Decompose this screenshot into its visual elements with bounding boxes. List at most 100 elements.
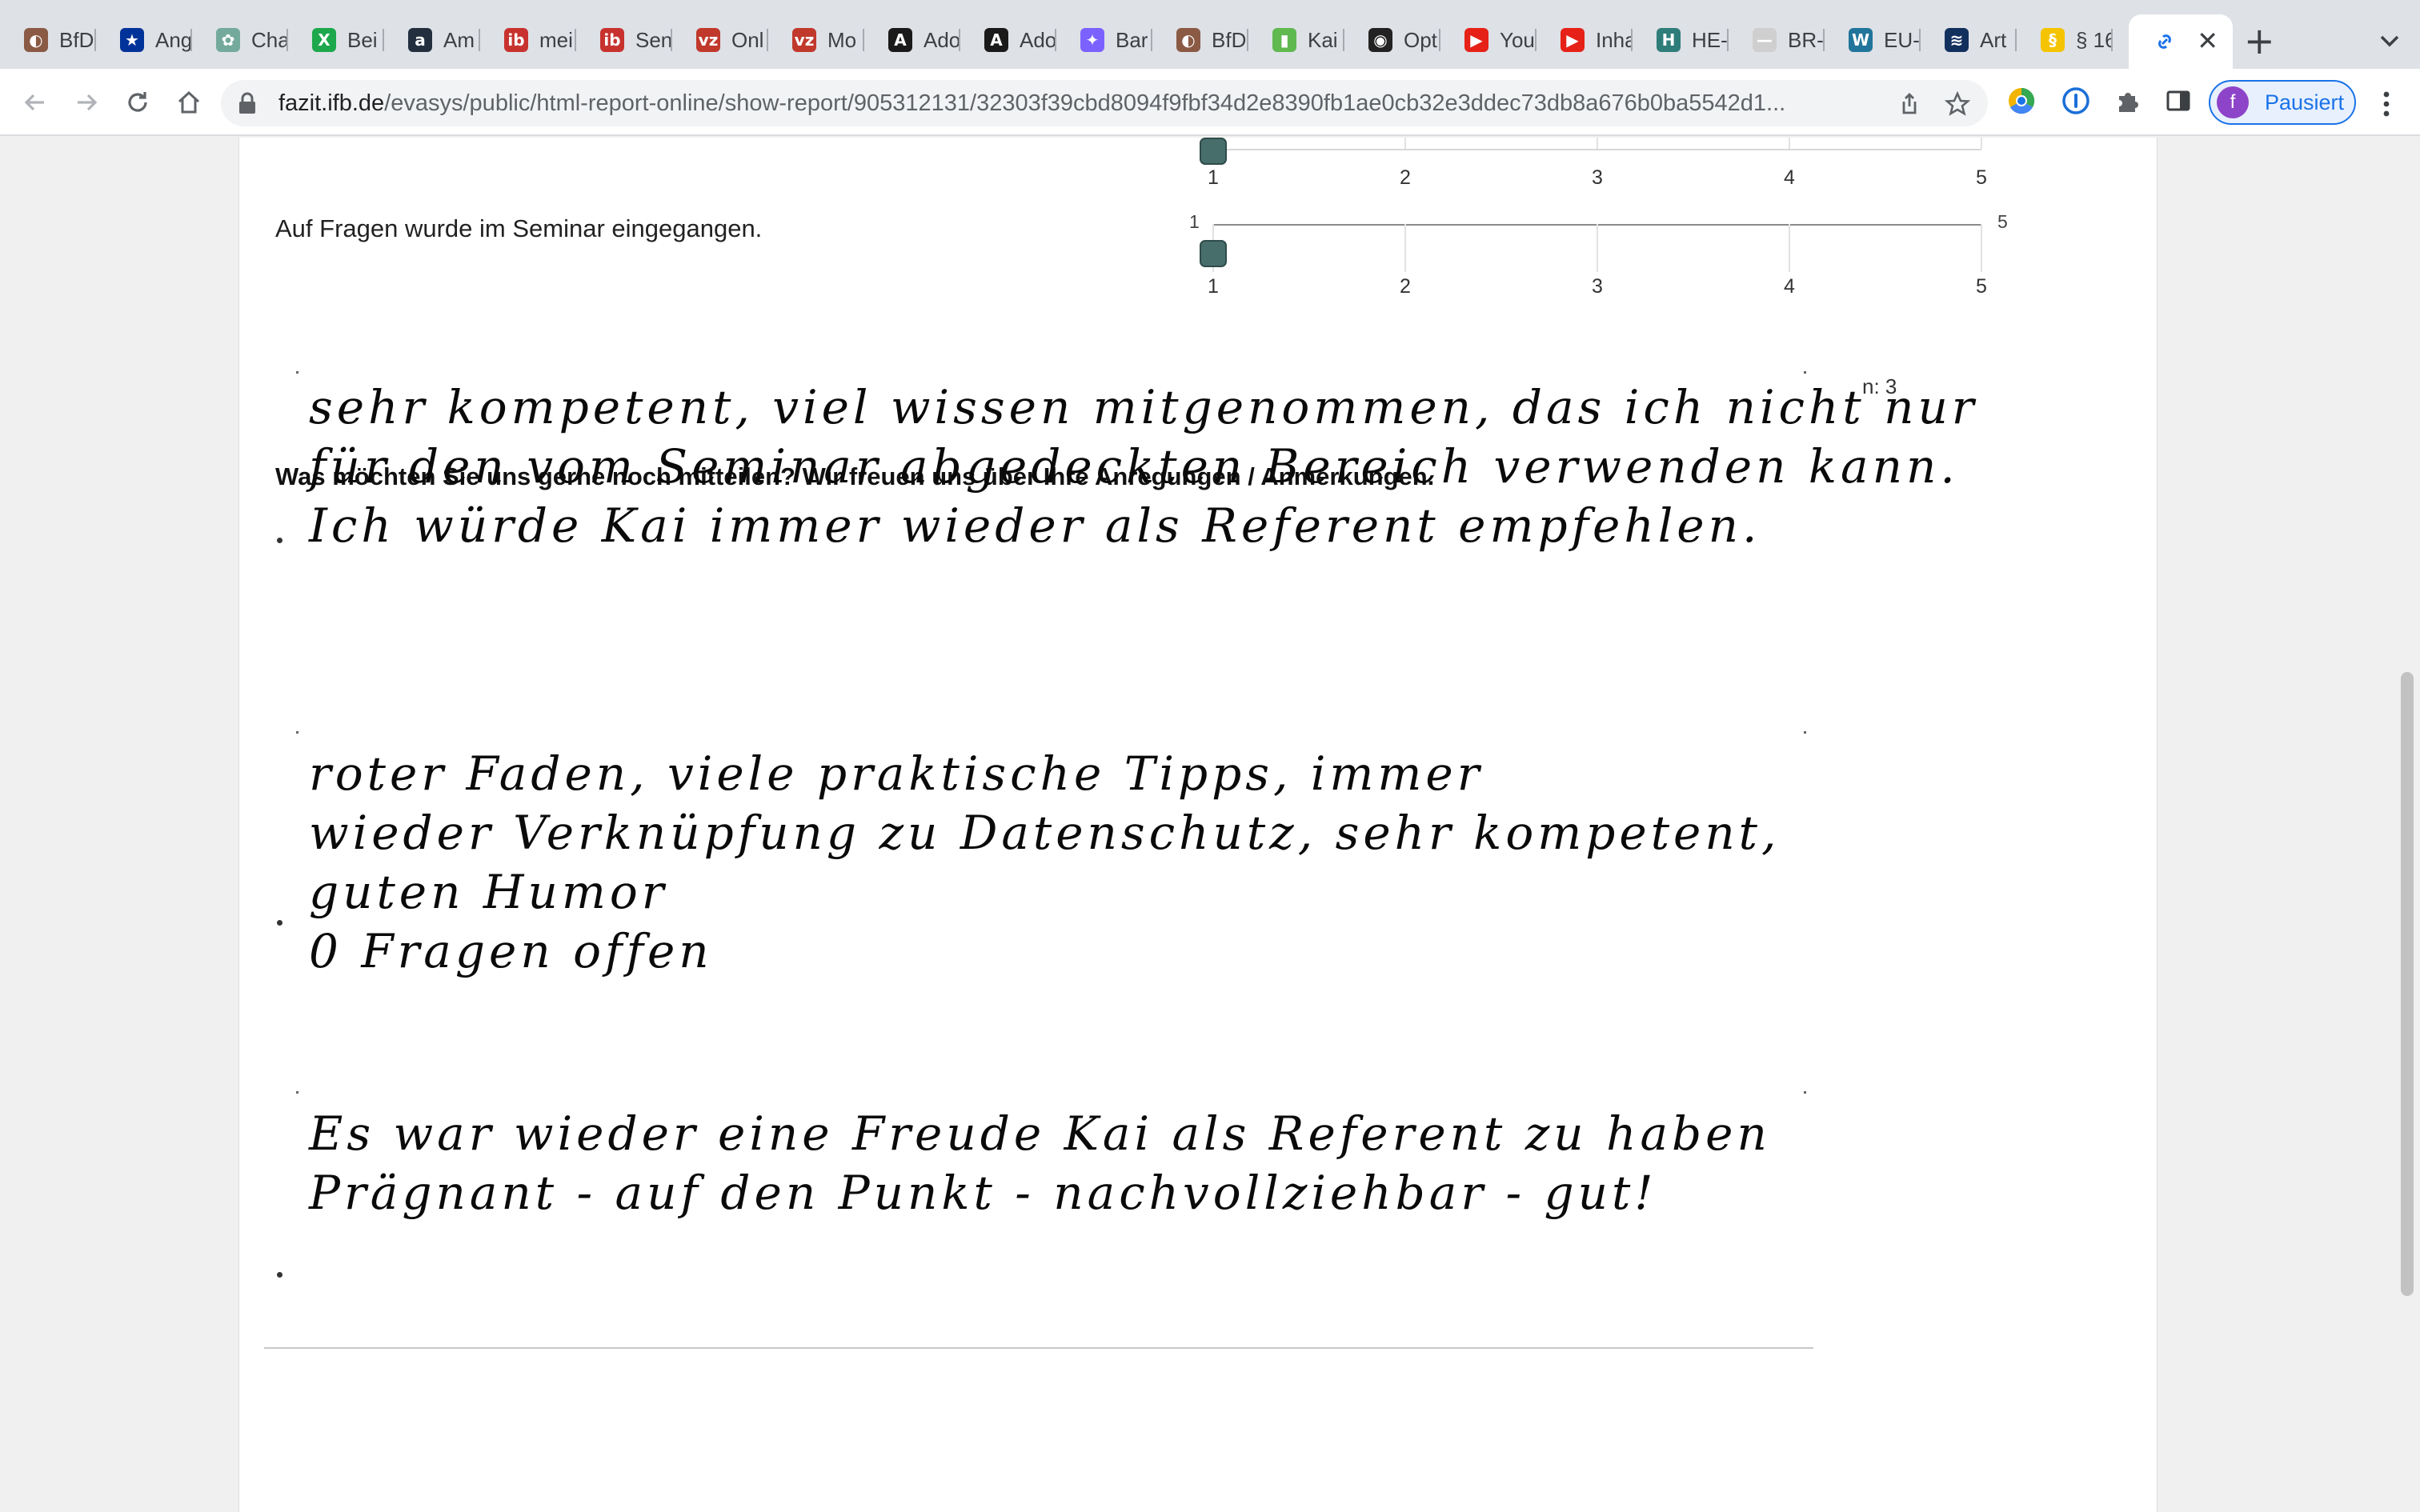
handwritten-line: sehr kompetent, viel wissen mitgenommen,… <box>309 380 1978 434</box>
tab[interactable]: ◐ BfD <box>1152 18 1248 62</box>
extensions-puzzle-icon[interactable] <box>2113 85 2145 117</box>
profile-button[interactable]: f Pausiert <box>2209 80 2356 125</box>
url-path: /evasys/public/html-report-online/show-r… <box>384 90 1786 116</box>
image-corner-marker <box>296 731 298 734</box>
tab[interactable]: ✿ Cha <box>192 18 288 62</box>
site-favicon-icon: X <box>312 28 336 52</box>
tab-title: Onl <box>731 27 764 52</box>
site-favicon-icon: ▮ <box>1272 28 1296 52</box>
scale-gridline <box>1789 138 1790 149</box>
question-label: Auf Fragen wurde im Seminar eingegangen. <box>275 214 763 242</box>
reload-icon <box>128 92 147 112</box>
tab[interactable]: a Am <box>384 18 480 62</box>
tab-title: Inha <box>1596 27 1631 52</box>
page-viewport[interactable]: 1 2 3 4 5 Auf Fragen wurde im Seminar eingeg… <box>0 138 2420 1512</box>
forward-button[interactable] <box>67 83 106 122</box>
more-menu-icon[interactable] <box>2377 88 2396 120</box>
tab-title: Bei <box>347 27 378 52</box>
handwritten-line: für den vom Seminar abgedeckten Bereich … <box>309 439 1959 494</box>
tab[interactable]: ib Sen <box>576 18 672 62</box>
new-tab-button[interactable]: + <box>2244 21 2275 61</box>
tab-active[interactable]: ✕ <box>2129 14 2233 69</box>
image-corner-marker <box>296 371 298 374</box>
tab[interactable]: W EU- <box>1825 18 1921 62</box>
tab[interactable]: ▶ Inha <box>1537 18 1633 62</box>
tab[interactable]: vz Mo <box>768 18 864 62</box>
handwritten-comment: roter Faden, viele praktische Tipps, imm… <box>309 744 1810 981</box>
browser-toolbar: fazit.ifb.de/evasys/public/html-report-o… <box>0 69 2420 136</box>
scale-mean-marker <box>1200 240 1227 267</box>
handwritten-line: Prägnant - auf den Punkt - nachvollziehb… <box>309 1166 1657 1220</box>
tab[interactable]: § § 16 <box>2017 18 2113 62</box>
arrow-left-icon <box>24 94 44 111</box>
tab[interactable]: ib mei <box>480 18 576 62</box>
tab-title: Art <box>1980 27 2007 52</box>
tab[interactable]: X Bei <box>288 18 384 62</box>
scale-min-label: 1 <box>1189 211 1200 232</box>
comment-item: Es war wieder eine Freude Kai als Refere… <box>264 1091 1810 1443</box>
list-bullet <box>277 1272 282 1278</box>
scale-gridline <box>1597 138 1598 149</box>
arrow-right-icon <box>78 94 98 111</box>
scrollbar[interactable] <box>2401 672 2414 1296</box>
tab-title: BfD <box>1212 27 1247 52</box>
reload-button[interactable] <box>118 83 157 122</box>
tab-title: Ado <box>924 27 959 52</box>
scale-mean-marker <box>1200 138 1227 165</box>
scale-gridline <box>1981 138 1982 149</box>
site-favicon-icon: ib <box>504 28 528 52</box>
tab[interactable]: ▮ Kai <box>1248 18 1344 62</box>
tab[interactable]: ✦ Bar <box>1056 18 1152 62</box>
scale-gridline <box>1404 138 1406 149</box>
tab[interactable]: H HE- <box>1633 18 1729 62</box>
share-icon[interactable] <box>1897 91 1922 117</box>
image-corner-marker <box>296 1091 298 1094</box>
site-favicon-icon: vz <box>792 28 816 52</box>
tab-title: Sen <box>635 27 671 52</box>
site-favicon-icon: § <box>2041 28 2065 52</box>
tab-title: Mo <box>827 27 857 52</box>
extension-chrome-icon[interactable] <box>2005 85 2037 117</box>
divider <box>264 1347 1813 1349</box>
tab-close-icon[interactable]: ✕ <box>2197 26 2218 55</box>
tab-title: Am <box>443 27 475 52</box>
scale-tick-label: 2 <box>1400 275 1411 298</box>
tab[interactable]: vz Onl <box>672 18 768 62</box>
tab[interactable]: ★ Ang <box>96 18 192 62</box>
url-host: fazit.ifb.de <box>278 90 385 116</box>
password-manager-icon[interactable] <box>2060 85 2092 117</box>
image-corner-marker <box>1804 731 1806 734</box>
comment-item: sehr kompetent, viel wissen mitgenommen,… <box>264 371 1978 723</box>
tab[interactable]: A Ado <box>864 18 960 62</box>
site-favicon-icon: ▶ <box>1464 28 1488 52</box>
site-favicon-icon: — <box>1753 28 1777 52</box>
tab[interactable]: ◐ BfD <box>0 18 96 62</box>
tab-title: Cha <box>251 27 286 52</box>
back-button[interactable] <box>16 83 54 122</box>
scale-tick-label: 5 <box>1976 166 1987 189</box>
tab[interactable]: ▶ You <box>1440 18 1537 62</box>
tab[interactable]: ≋ Art <box>1921 18 2017 62</box>
tab[interactable]: ◉ Opt <box>1344 18 1440 62</box>
side-panel-icon[interactable] <box>2162 85 2194 117</box>
tab-title: Ang <box>155 27 190 52</box>
handwritten-line: guten Humor <box>309 865 668 919</box>
address-bar[interactable]: fazit.ifb.de/evasys/public/html-report-o… <box>221 80 1988 126</box>
tab[interactable]: A Ado <box>960 18 1056 62</box>
home-button[interactable] <box>170 83 208 122</box>
tab[interactable]: — BR- <box>1729 18 1825 62</box>
bookmark-star-icon[interactable] <box>1945 91 1970 117</box>
tab-title: § 16 <box>2076 27 2111 52</box>
lock-icon[interactable] <box>237 91 258 115</box>
scale-tick-label: 3 <box>1592 166 1603 189</box>
url-text[interactable]: fazit.ifb.de/evasys/public/html-report-o… <box>278 90 1785 117</box>
tab-title: Ado <box>1020 27 1055 52</box>
rating-scale: 1 5 1 2 3 4 5 <box>1184 211 2017 298</box>
handwritten-line: roter Faden, viele praktische Tipps, imm… <box>309 746 1484 801</box>
tab-search-chevron-icon[interactable] <box>2374 27 2406 56</box>
site-favicon-icon: W <box>1849 28 1873 52</box>
site-favicon-icon: A <box>984 28 1008 52</box>
site-favicon-icon: vz <box>696 28 720 52</box>
handwritten-line: Ich würde Kai immer wieder als Referent … <box>309 498 1761 553</box>
tab-separator <box>2111 29 2113 51</box>
